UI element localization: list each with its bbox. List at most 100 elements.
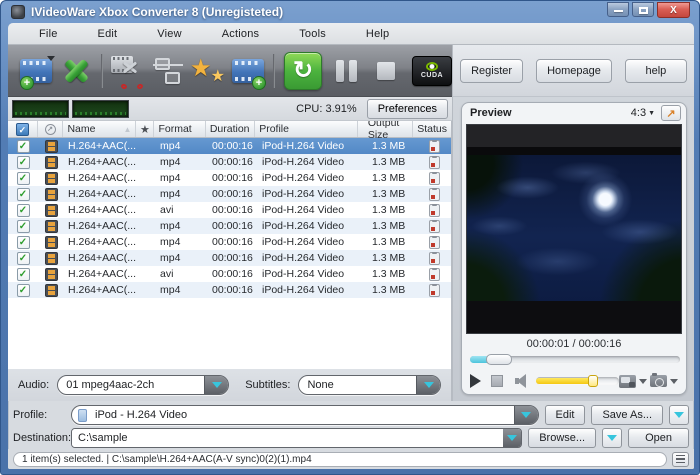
row-output-size: 1.3 MB bbox=[362, 252, 418, 264]
trim-button[interactable] bbox=[108, 50, 148, 92]
convert-button[interactable]: ↻ bbox=[280, 50, 326, 92]
seek-thumb[interactable] bbox=[486, 354, 512, 365]
menu-file[interactable]: File bbox=[26, 23, 71, 45]
edit-profile-button[interactable]: Edit bbox=[545, 405, 586, 425]
audio-select[interactable]: 01 mpeg4aac-2ch bbox=[57, 375, 229, 395]
row-name: H.264+AAC(... bbox=[64, 220, 138, 232]
duration-column-header[interactable]: Duration bbox=[206, 121, 255, 137]
row-duration: 00:00:16 bbox=[208, 204, 258, 216]
convert-icon: ↻ bbox=[284, 52, 322, 90]
row-checkbox[interactable]: ✓ bbox=[17, 252, 30, 265]
log-button[interactable] bbox=[672, 452, 689, 467]
row-format: avi bbox=[156, 268, 208, 280]
volume-icon[interactable] bbox=[515, 374, 530, 388]
row-format: mp4 bbox=[156, 284, 208, 296]
preview-box: Preview 4:3 ▼ ↗ 00:00:01 / 00:00:16 bbox=[461, 102, 687, 395]
volume-thumb[interactable] bbox=[588, 375, 598, 387]
plus-icon: + bbox=[20, 76, 34, 90]
row-checkbox[interactable]: ✓ bbox=[17, 284, 30, 297]
subtitles-dropdown-cap[interactable] bbox=[416, 376, 440, 394]
row-checkbox[interactable]: ✓ bbox=[17, 220, 30, 233]
menu-edit[interactable]: Edit bbox=[85, 23, 131, 45]
seek-bar[interactable] bbox=[470, 356, 680, 363]
profile-select[interactable]: iPod - H.264 Video bbox=[71, 405, 539, 425]
row-checkbox[interactable]: ✓ bbox=[17, 188, 30, 201]
video-clip-icon bbox=[45, 236, 58, 249]
audio-dropdown-cap[interactable] bbox=[204, 376, 228, 394]
save-as-button[interactable]: Save As... bbox=[591, 405, 663, 425]
row-duration: 00:00:16 bbox=[208, 252, 258, 264]
maximize-button[interactable] bbox=[632, 2, 654, 17]
table-row[interactable]: ✓ H.264+AAC(... avi 00:00:16 iPod-H.264 … bbox=[8, 266, 451, 282]
select-all-header[interactable]: ✓ bbox=[8, 121, 38, 137]
menu-actions[interactable]: Actions bbox=[209, 23, 272, 45]
subtitles-select[interactable]: None bbox=[298, 375, 441, 395]
row-checkbox[interactable]: ✓ bbox=[17, 236, 30, 249]
profile-dropdown-cap[interactable] bbox=[514, 406, 538, 424]
row-checkbox[interactable]: ✓ bbox=[17, 156, 30, 169]
video-clip-icon bbox=[45, 220, 58, 233]
menu-tools[interactable]: Tools bbox=[286, 23, 339, 45]
snapshot-dropdown-icon[interactable] bbox=[639, 379, 647, 384]
row-checkbox[interactable]: ✓ bbox=[17, 268, 30, 281]
row-format: mp4 bbox=[156, 156, 208, 168]
table-row[interactable]: ✓ H.264+AAC(... mp4 00:00:16 iPod-H.264 … bbox=[8, 282, 451, 298]
select-all-checkbox[interactable]: ✓ bbox=[16, 123, 29, 136]
toolbar-separator bbox=[101, 54, 103, 88]
camera-dropdown-icon[interactable] bbox=[670, 379, 678, 384]
table-row[interactable]: ✓ H.264+AAC(... avi 00:00:16 iPod-H.264 … bbox=[8, 202, 451, 218]
row-output-size: 1.3 MB bbox=[362, 284, 418, 296]
save-as-dropdown-button[interactable] bbox=[669, 405, 689, 425]
stop-button[interactable] bbox=[366, 50, 406, 92]
table-row[interactable]: ✓ H.264+AAC(... mp4 00:00:16 iPod-H.264 … bbox=[8, 250, 451, 266]
profile-column-header[interactable]: Profile bbox=[255, 121, 358, 137]
close-button[interactable]: X bbox=[657, 2, 690, 18]
table-row[interactable]: ✓ H.264+AAC(... mp4 00:00:16 iPod-H.264 … bbox=[8, 154, 451, 170]
pause-button[interactable] bbox=[326, 50, 366, 92]
effect-button[interactable]: ★ ★ bbox=[188, 50, 228, 92]
snapshot-film-icon[interactable] bbox=[619, 375, 636, 388]
name-column-header[interactable]: Name▲ bbox=[63, 121, 136, 137]
merge-button[interactable] bbox=[148, 50, 188, 92]
browse-dropdown-button[interactable] bbox=[602, 428, 622, 448]
destination-input[interactable] bbox=[72, 429, 503, 447]
homepage-button[interactable]: Homepage bbox=[536, 59, 612, 83]
star-column-header[interactable]: ★ bbox=[136, 121, 154, 137]
detach-preview-button[interactable]: ↗ bbox=[661, 105, 681, 121]
table-row[interactable]: ✓ H.264+AAC(... mp4 00:00:16 iPod-H.264 … bbox=[8, 138, 451, 154]
help-button[interactable]: help bbox=[625, 59, 687, 83]
open-button[interactable]: Open bbox=[628, 428, 689, 448]
camera-icon[interactable] bbox=[650, 375, 667, 387]
table-row[interactable]: ✓ H.264+AAC(... mp4 00:00:16 iPod-H.264 … bbox=[8, 218, 451, 234]
aspect-ratio-select[interactable]: 4:3 ▼ bbox=[631, 107, 655, 119]
row-duration: 00:00:16 bbox=[208, 156, 258, 168]
status-column-header[interactable]: Status bbox=[413, 121, 451, 137]
menu-help[interactable]: Help bbox=[353, 23, 402, 45]
add-video-button[interactable]: + bbox=[228, 50, 268, 92]
browse-button[interactable]: Browse... bbox=[528, 428, 596, 448]
register-button[interactable]: Register bbox=[460, 59, 523, 83]
type-column-header[interactable]: ↗ bbox=[38, 121, 64, 137]
volume-slider[interactable] bbox=[536, 377, 619, 385]
table-body: ✓ H.264+AAC(... mp4 00:00:16 iPod-H.264 … bbox=[8, 138, 451, 298]
row-checkbox[interactable]: ✓ bbox=[17, 172, 30, 185]
play-button[interactable] bbox=[470, 374, 481, 388]
menu-view[interactable]: View bbox=[144, 23, 194, 45]
table-row[interactable]: ✓ H.264+AAC(... mp4 00:00:16 iPod-H.264 … bbox=[8, 170, 451, 186]
row-checkbox[interactable]: ✓ bbox=[17, 140, 30, 153]
destination-dropdown-cap[interactable] bbox=[503, 429, 521, 447]
output-size-column-header[interactable]: Output Size bbox=[358, 121, 413, 137]
row-output-size: 1.3 MB bbox=[362, 156, 418, 168]
cuda-button[interactable]: CUDA bbox=[412, 50, 452, 92]
table-row[interactable]: ✓ H.264+AAC(... mp4 00:00:16 iPod-H.264 … bbox=[8, 186, 451, 202]
cuda-badge-icon: CUDA bbox=[412, 56, 452, 86]
row-profile: iPod-H.264 Video bbox=[258, 284, 362, 296]
format-column-header[interactable]: Format bbox=[154, 121, 205, 137]
add-file-button[interactable]: + bbox=[16, 50, 56, 92]
minimize-button[interactable] bbox=[607, 2, 629, 17]
stop-playback-button[interactable] bbox=[491, 375, 503, 387]
remove-button[interactable] bbox=[56, 50, 96, 92]
table-row[interactable]: ✓ H.264+AAC(... mp4 00:00:16 iPod-H.264 … bbox=[8, 234, 451, 250]
row-checkbox[interactable]: ✓ bbox=[17, 204, 30, 217]
preferences-button[interactable]: Preferences bbox=[367, 99, 448, 119]
